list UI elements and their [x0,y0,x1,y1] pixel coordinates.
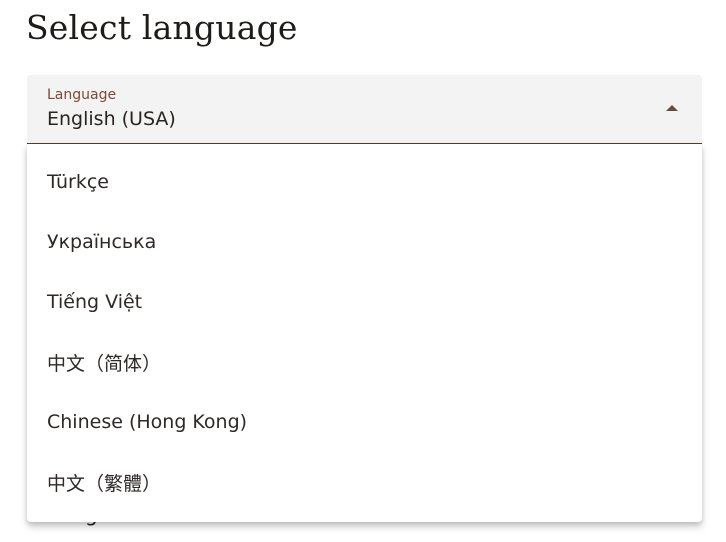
language-option-turkish[interactable]: Türkçe [27,152,702,212]
caret-up-icon[interactable] [666,105,678,111]
language-option-chinese-traditional[interactable]: 中文（繁體） [27,452,702,512]
language-option-ukrainian[interactable]: Українська [27,212,702,272]
language-option-vietnamese[interactable]: Tiếng Việt [27,272,702,332]
language-select[interactable]: Language English (USA) [27,75,702,144]
page-title: Select language [26,8,298,47]
language-select-value: English (USA) [47,108,176,130]
language-settings-page: Select language Language English (USA) g… [0,0,726,542]
language-option-chinese-hong-kong[interactable]: Chinese (Hong Kong) [27,392,702,452]
language-option-chinese-simplified[interactable]: 中文（简体） [27,332,702,392]
language-dropdown-menu[interactable]: Türkçe Українська Tiếng Việt 中文（简体） Chin… [27,144,702,522]
language-select-label: Language [47,87,117,103]
